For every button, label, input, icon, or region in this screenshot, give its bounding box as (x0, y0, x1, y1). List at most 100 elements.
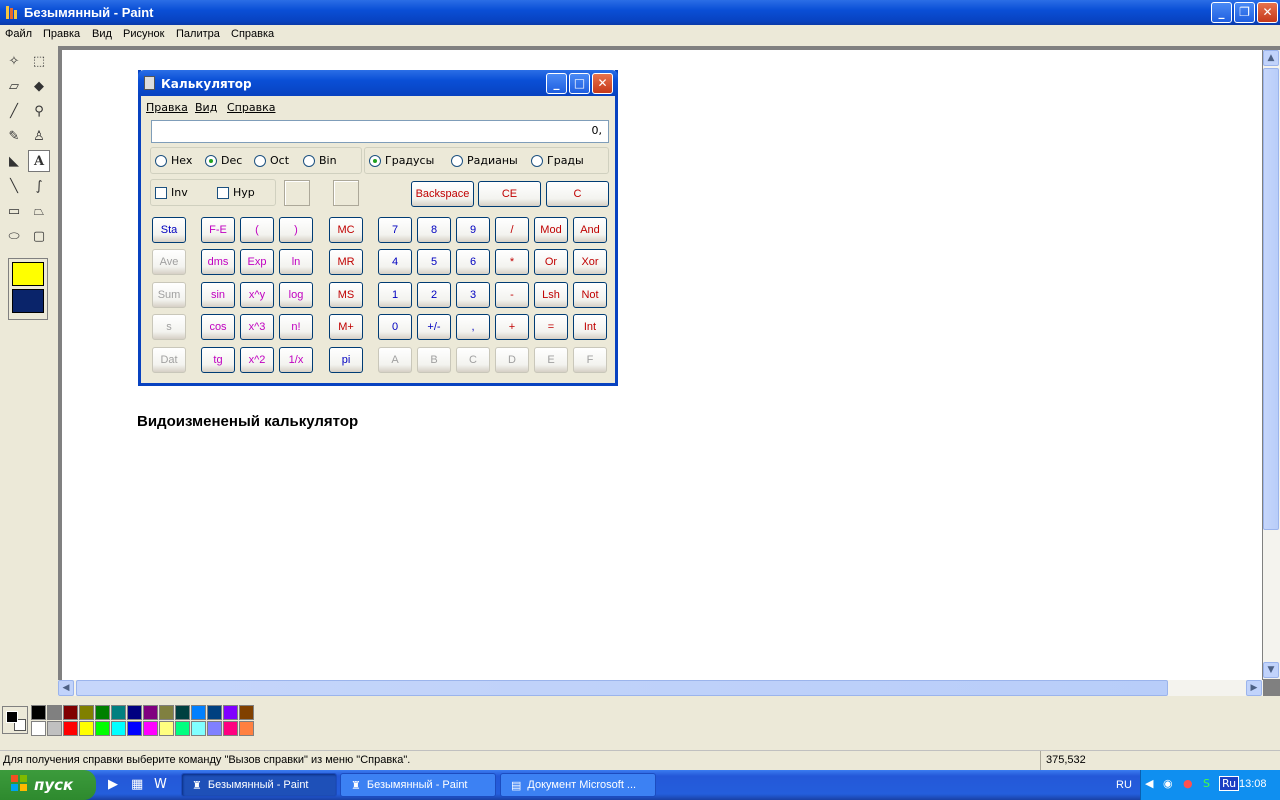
scroll-down-icon[interactable]: ▼ (1263, 662, 1279, 678)
system-tray: ◀ ◉ ● S Ru 13:08 (1140, 770, 1280, 800)
vertical-scroll-thumb[interactable] (1263, 68, 1279, 530)
ellipse-icon[interactable]: ⬭ (3, 225, 25, 247)
calc-key: 6 (456, 249, 490, 275)
tray-expand-icon[interactable]: ◀ (1145, 777, 1153, 790)
tray-skype-icon[interactable]: S (1203, 777, 1210, 790)
calc-key: dms (201, 249, 235, 275)
calc-key: Exp (240, 249, 274, 275)
palette-swatch[interactable] (175, 705, 190, 720)
calc-key: log (279, 282, 313, 308)
menu-image[interactable]: Рисунок (123, 28, 165, 40)
film-icon[interactable]: ▦ (131, 777, 143, 792)
curve-icon[interactable]: ∫ (28, 175, 50, 197)
foreground-color-swatch[interactable] (6, 711, 18, 723)
opaque-option[interactable] (12, 262, 44, 286)
menu-bar: Файл Правка Вид Рисунок Палитра Справка (0, 25, 1280, 45)
magnifier-icon[interactable]: ⚲ (28, 100, 50, 122)
tool-options[interactable] (8, 258, 48, 320)
eraser-icon[interactable]: ▱ (3, 75, 25, 97)
palette-swatch[interactable] (95, 721, 110, 736)
horizontal-scrollbar[interactable]: ◀ ▶ (58, 680, 1263, 696)
palette-swatch[interactable] (239, 721, 254, 736)
palette-swatch[interactable] (127, 705, 142, 720)
text-tool-icon[interactable]: A (28, 150, 50, 172)
palette-swatch[interactable] (207, 705, 222, 720)
restore-button[interactable]: ❐ (1234, 2, 1255, 23)
calc-key: Lsh (534, 282, 568, 308)
menu-colors[interactable]: Палитра (176, 28, 220, 40)
language-indicator[interactable]: RU (1116, 779, 1132, 791)
line-icon[interactable]: ╲ (3, 175, 25, 197)
minimize-button[interactable]: _ (1211, 2, 1232, 23)
palette-swatch[interactable] (191, 721, 206, 736)
rectangle-icon[interactable]: ▭ (3, 200, 25, 222)
scroll-up-icon[interactable]: ▲ (1263, 50, 1279, 66)
palette-swatch[interactable] (127, 721, 142, 736)
word-icon[interactable]: W (154, 777, 167, 792)
calc-key: Dat (152, 347, 186, 373)
palette-swatch[interactable] (31, 705, 46, 720)
calc-key: ) (279, 217, 313, 243)
palette-swatch[interactable] (31, 721, 46, 736)
rounded-rect-icon[interactable]: ▢ (28, 225, 50, 247)
palette-swatch[interactable] (239, 705, 254, 720)
transparent-option[interactable] (12, 289, 44, 313)
eyedropper-icon[interactable]: ╱ (3, 100, 25, 122)
menu-edit[interactable]: Правка (43, 28, 80, 40)
tray-clock[interactable]: 13:08 (1239, 778, 1267, 790)
tray-network-icon[interactable]: ◉ (1163, 777, 1173, 790)
rect-select-icon[interactable]: ⬚ (28, 50, 50, 72)
palette-swatch[interactable] (79, 721, 94, 736)
palette-swatch[interactable] (159, 705, 174, 720)
media-player-icon[interactable]: ▶ (108, 777, 118, 792)
vertical-scrollbar[interactable]: ▲ ▼ (1263, 50, 1280, 679)
menu-help[interactable]: Справка (231, 28, 274, 40)
palette-swatch[interactable] (111, 721, 126, 736)
taskbar-paint-1[interactable]: ♜ Безымянный - Paint (181, 773, 337, 797)
horizontal-scroll-thumb[interactable] (76, 680, 1168, 696)
palette-swatch[interactable] (207, 721, 222, 736)
palette-swatch[interactable] (191, 705, 206, 720)
taskbar-paint-2[interactable]: ♜ Безымянный - Paint (340, 773, 496, 797)
calc-menu-view: Вид (195, 101, 218, 114)
tray-keyboard-layout[interactable]: Ru (1219, 776, 1240, 791)
brush-icon[interactable]: ♙ (28, 125, 50, 147)
palette-swatch[interactable] (63, 721, 78, 736)
taskbar-word-doc[interactable]: ▤ Документ Microsoft ... (500, 773, 656, 797)
palette-swatch[interactable] (143, 721, 158, 736)
scroll-right-icon[interactable]: ▶ (1246, 680, 1262, 696)
calc-key: M+ (329, 314, 363, 340)
start-button[interactable]: пуск (0, 770, 96, 800)
calc-key: x^2 (240, 347, 274, 373)
tray-antivirus-icon[interactable]: ● (1183, 777, 1193, 790)
current-colors[interactable] (2, 706, 28, 734)
airbrush-icon[interactable]: ◣ (3, 150, 25, 172)
free-select-icon[interactable]: ✧ (3, 50, 25, 72)
calculator-title: Калькулятор (161, 77, 252, 91)
palette-swatch[interactable] (223, 721, 238, 736)
word-doc-icon: ▤ (511, 779, 522, 792)
palette-swatch[interactable] (47, 721, 62, 736)
palette-swatch[interactable] (159, 721, 174, 736)
radio-hex: Hex (155, 154, 192, 167)
close-button[interactable]: ✕ (1257, 2, 1278, 23)
palette-swatch[interactable] (79, 705, 94, 720)
calc-key: F-E (201, 217, 235, 243)
scroll-left-icon[interactable]: ◀ (58, 680, 74, 696)
menu-file[interactable]: Файл (5, 28, 32, 40)
menu-view[interactable]: Вид (92, 28, 112, 40)
palette-swatch[interactable] (63, 705, 78, 720)
polygon-icon[interactable]: ⏢ (28, 200, 50, 222)
pencil-icon[interactable]: ✎ (3, 125, 25, 147)
palette-swatch[interactable] (143, 705, 158, 720)
calc-key: Sta (152, 217, 186, 243)
fill-bucket-icon[interactable]: ◆ (28, 75, 50, 97)
calc-close-button: ✕ (592, 73, 613, 94)
palette-swatch[interactable] (175, 721, 190, 736)
palette-swatch[interactable] (95, 705, 110, 720)
palette-swatch[interactable] (47, 705, 62, 720)
palette-swatch[interactable] (223, 705, 238, 720)
palette-swatch[interactable] (111, 705, 126, 720)
calc-key: = (534, 314, 568, 340)
calc-key: E (534, 347, 568, 373)
